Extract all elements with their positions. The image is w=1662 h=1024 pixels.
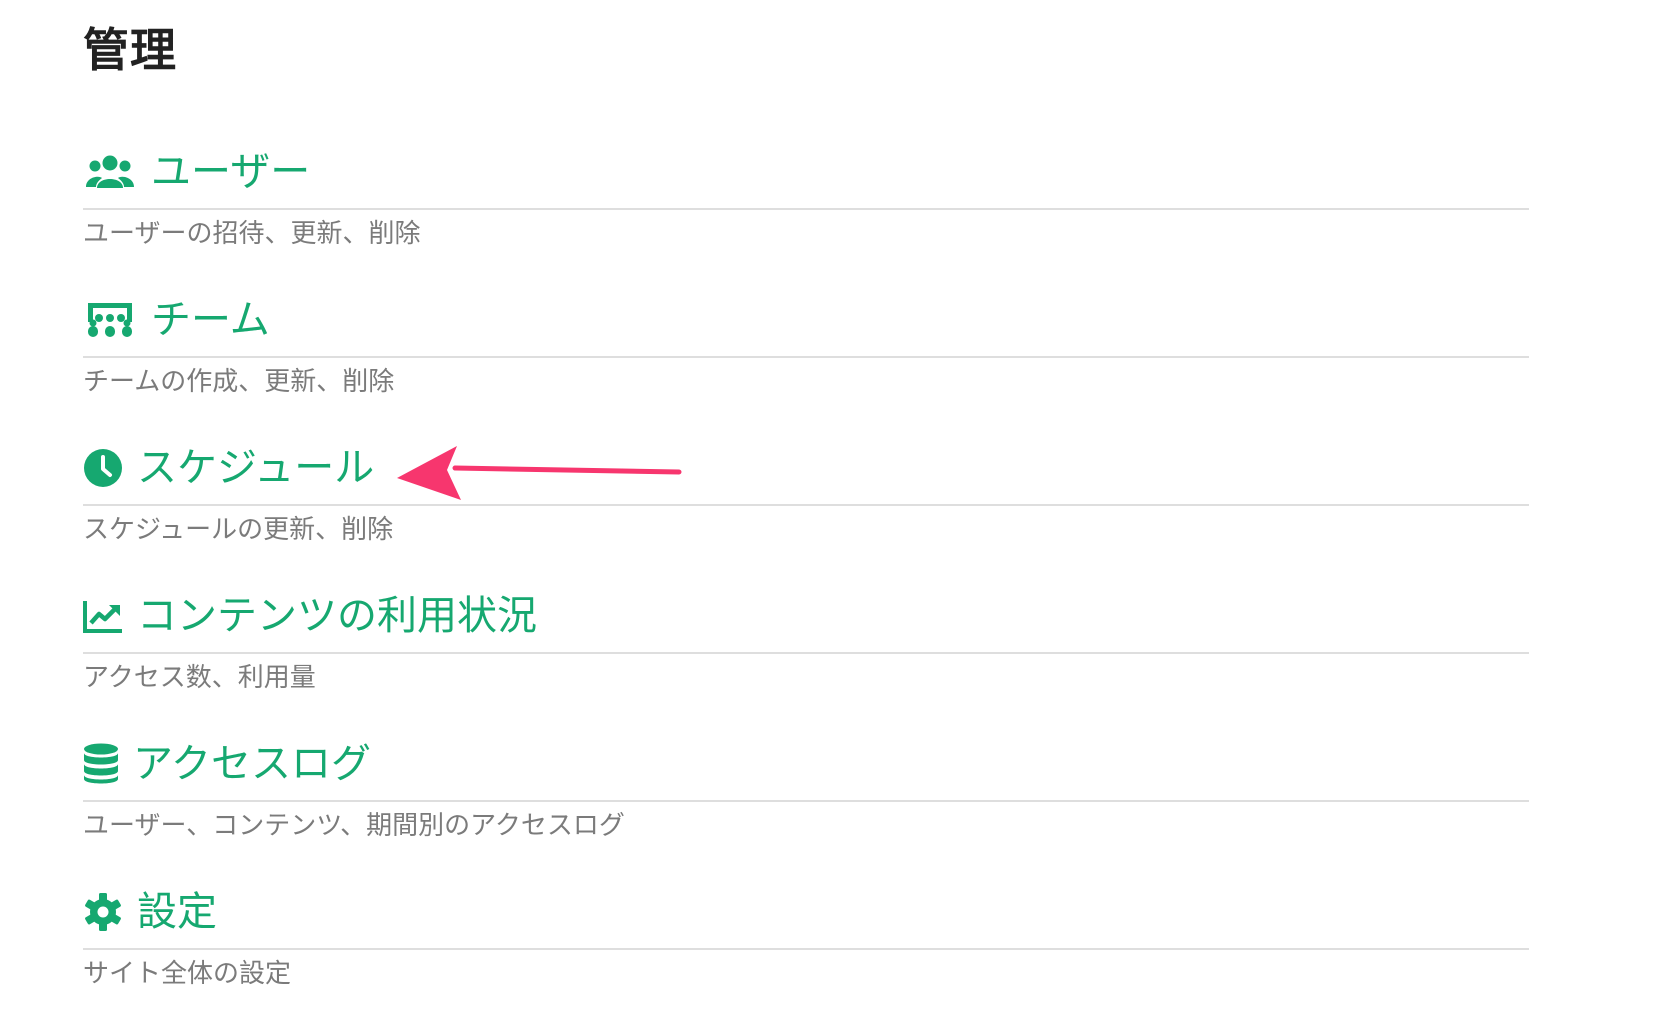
chart-line-icon xyxy=(83,589,123,643)
content-usage-link[interactable]: コンテンツの利用状況 xyxy=(83,586,537,646)
clock-icon xyxy=(83,441,123,495)
gear-icon xyxy=(83,885,123,939)
users-link[interactable]: ユーザー xyxy=(83,142,310,202)
divider xyxy=(83,948,1529,950)
divider xyxy=(83,504,1529,506)
divider xyxy=(83,356,1529,358)
section-title: アクセスログ xyxy=(133,741,371,787)
section-title: コンテンツの利用状況 xyxy=(137,593,537,639)
section-title: チーム xyxy=(151,297,270,343)
page-title: 管理 xyxy=(83,23,177,77)
section-description: サイト全体の設定 xyxy=(83,959,292,989)
team-icon xyxy=(83,293,137,347)
section-description: スケジュールの更新、削除 xyxy=(83,515,394,545)
divider xyxy=(83,208,1529,210)
section-description: チームの作成、更新、削除 xyxy=(83,367,395,397)
annotation-arrow xyxy=(397,446,682,500)
section-title: スケジュール xyxy=(137,445,375,491)
database-icon xyxy=(83,737,119,791)
admin-page: 管理 ユーザー ユーザーの招待、更新、削除 チーム チームの作成、更新、削除 ス… xyxy=(0,0,1662,1024)
team-link[interactable]: チーム xyxy=(83,290,270,350)
section-title: ユーザー xyxy=(151,149,311,195)
divider xyxy=(83,652,1529,654)
section-description: ユーザー、コンテンツ、期間別のアクセスログ xyxy=(83,811,625,841)
section-description: アクセス数、利用量 xyxy=(83,663,316,693)
section-description: ユーザーの招待、更新、削除 xyxy=(83,219,421,249)
access-log-link[interactable]: アクセスログ xyxy=(83,734,371,794)
settings-link[interactable]: 設定 xyxy=(83,882,217,942)
users-icon xyxy=(83,145,137,199)
divider xyxy=(83,800,1529,802)
section-title: 設定 xyxy=(137,889,217,935)
schedule-link[interactable]: スケジュール xyxy=(83,438,374,498)
